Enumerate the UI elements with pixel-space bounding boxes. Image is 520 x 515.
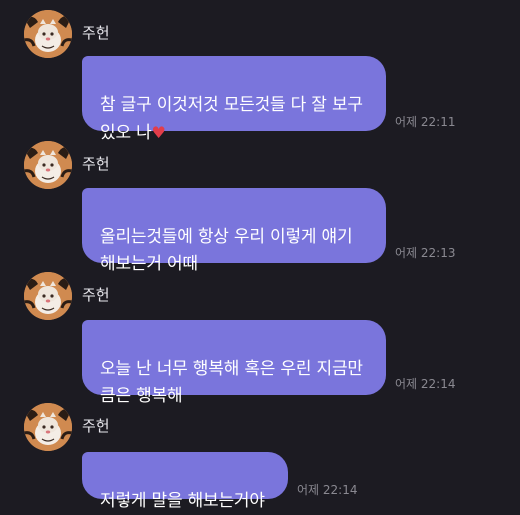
red-heart-icon: ♥: [151, 123, 166, 142]
sender-name: 주헌: [82, 155, 110, 173]
avatar[interactable]: [24, 10, 72, 58]
message-text: 오늘 난 너무 행복해 혹은 우린 지금만 큼은 행복해: [100, 359, 363, 406]
tiger-avatar-icon: [24, 272, 72, 320]
sender-name: 주헌: [82, 286, 110, 304]
message-timestamp: 어제 22:11: [395, 115, 456, 129]
message-timestamp: 어제 22:14: [297, 483, 358, 497]
avatar[interactable]: [24, 403, 72, 451]
message-bubble[interactable]: 올리는것들에 항상 우리 이렇게 얘기 해보는거 어때: [82, 188, 386, 274]
message-timestamp: 어제 22:13: [395, 246, 456, 260]
message-bubble[interactable]: 참 글구 이것저것 모든것들 다 잘 보구 있오 나♥: [82, 56, 386, 143]
sender-name: 주헌: [82, 24, 110, 42]
tiger-avatar-icon: [24, 141, 72, 189]
avatar[interactable]: [24, 141, 72, 189]
message-timestamp: 어제 22:14: [395, 377, 456, 391]
tiger-avatar-icon: [24, 10, 72, 58]
message-bubble[interactable]: 오늘 난 너무 행복해 혹은 우린 지금만 큼은 행복해: [82, 320, 386, 406]
message-text: 참 글구 이것저것 모든것들 다 잘 보구 있오 나: [100, 95, 363, 143]
message-bubble[interactable]: 저렇게 말을 해보는거야: [82, 452, 288, 511]
tiger-avatar-icon: [24, 403, 72, 451]
message-text: 올리는것들에 항상 우리 이렇게 얘기 해보는거 어때: [100, 227, 353, 274]
message-text: 저렇게 말을 해보는거야: [100, 491, 265, 511]
sender-name: 주헌: [82, 417, 110, 435]
avatar[interactable]: [24, 272, 72, 320]
